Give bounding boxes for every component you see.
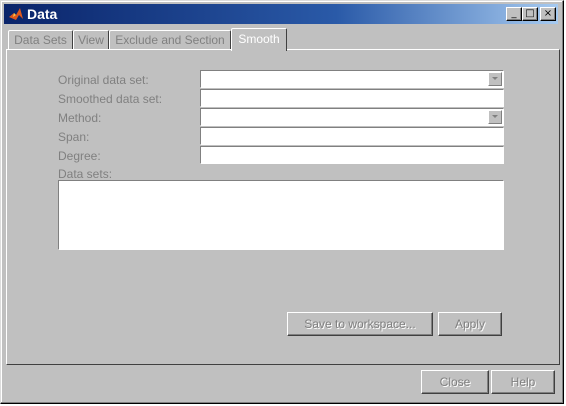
save-to-workspace-button[interactable]: Save to workspace...: [287, 312, 433, 336]
tab-view[interactable]: View: [73, 30, 109, 49]
chevron-down-icon[interactable]: [488, 72, 502, 86]
original-data-set-label: Original data set:: [58, 73, 149, 87]
close-window-button[interactable]: ×: [540, 7, 556, 21]
close-button[interactable]: Close: [421, 370, 489, 394]
apply-button[interactable]: Apply: [438, 312, 502, 336]
method-dropdown[interactable]: [200, 108, 504, 126]
tab-smooth[interactable]: Smooth: [231, 28, 287, 51]
span-label: Span:: [58, 130, 90, 144]
original-data-set-dropdown[interactable]: [200, 70, 504, 88]
data-sets-label: Data sets:: [58, 167, 113, 181]
minimize-button[interactable]: _: [506, 7, 522, 21]
help-button[interactable]: Help: [491, 370, 555, 394]
data-sets-listbox[interactable]: [58, 180, 504, 250]
degree-label: Degree:: [58, 149, 101, 163]
tab-data-sets[interactable]: Data Sets: [8, 30, 73, 49]
title-bar[interactable]: Data _ □ ×: [4, 4, 558, 24]
maximize-button[interactable]: □: [522, 7, 538, 21]
span-input[interactable]: [200, 127, 504, 145]
smoothed-data-set-input[interactable]: [200, 89, 504, 107]
method-label: Method:: [58, 111, 102, 125]
degree-input[interactable]: [200, 146, 504, 164]
tab-exclude-and-section[interactable]: Exclude and Section: [109, 30, 231, 49]
matlab-logo-icon: [9, 8, 23, 20]
chevron-down-icon[interactable]: [488, 110, 502, 124]
data-window: Data _ □ × Data Sets View Exclude and Se…: [0, 0, 564, 404]
window-title: Data: [27, 6, 58, 22]
smoothed-data-set-label: Smoothed data set:: [58, 92, 163, 106]
